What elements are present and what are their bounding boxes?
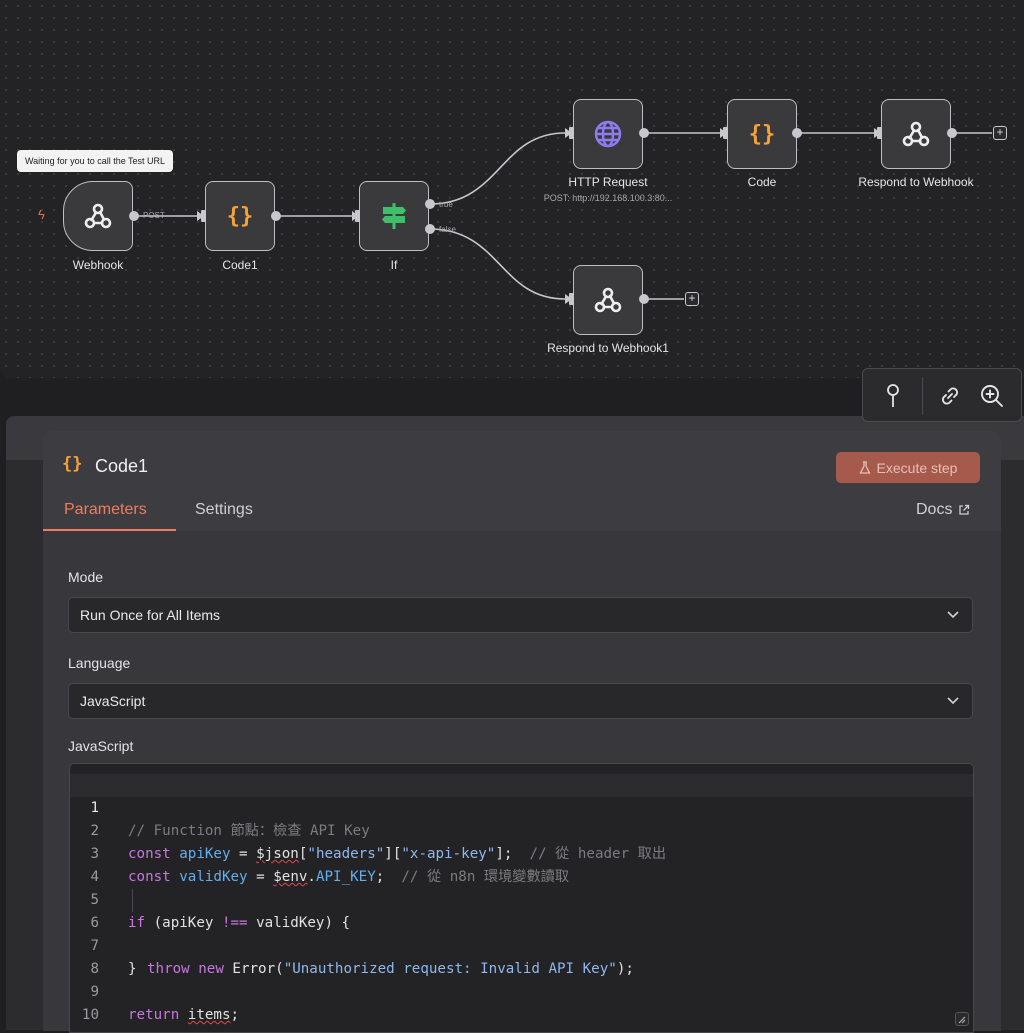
code-output-port[interactable] bbox=[792, 128, 802, 138]
trigger-bolt-icon: ϟ bbox=[38, 207, 45, 222]
tab-parameters[interactable]: Parameters bbox=[64, 501, 147, 519]
editor-resize-handle[interactable] bbox=[955, 1012, 969, 1026]
if-true-port[interactable] bbox=[425, 199, 435, 209]
webhook-output-port[interactable] bbox=[129, 211, 139, 221]
node-label-respond-to-webhook1: Respond to Webhook1 bbox=[547, 341, 669, 355]
code-line: 7 } bbox=[90, 938, 137, 977]
link-icon[interactable] bbox=[933, 379, 967, 413]
add-node-button[interactable]: + bbox=[993, 126, 1007, 140]
code-line: 4 bbox=[90, 869, 99, 885]
code-editor[interactable]: 1 // Function 節點：檢查 API Key 2 const apiK… bbox=[69, 763, 974, 1033]
node-label-code1: Code1 bbox=[222, 258, 258, 272]
panel-header: {} Code1 Execute step Parameters Setting… bbox=[43, 431, 1001, 531]
code1-output-port[interactable] bbox=[271, 211, 281, 221]
node-label-if: If bbox=[390, 258, 398, 272]
trigger-tooltip: Waiting for you to call the Test URL bbox=[17, 150, 174, 172]
globe-icon bbox=[594, 120, 622, 148]
mode-label: Mode bbox=[68, 569, 104, 585]
execute-step-button[interactable]: Execute step bbox=[836, 452, 980, 483]
connections-layer bbox=[134, 128, 992, 304]
active-tab-indicator bbox=[43, 529, 176, 531]
chevron-down-icon bbox=[947, 697, 959, 705]
if-input-port[interactable] bbox=[355, 210, 360, 222]
code-line: 6 throw new Error("Unauthorized request:… bbox=[70, 889, 973, 977]
signpost-icon bbox=[382, 203, 406, 229]
node-http-request[interactable] bbox=[573, 99, 643, 169]
code-line: 3 const validKey = $env.API_KEY; // 從 n8… bbox=[90, 846, 570, 885]
javascript-label: JavaScript bbox=[68, 738, 134, 754]
node-label-webhook: Webhook bbox=[72, 258, 124, 272]
docs-link[interactable]: Docs bbox=[916, 501, 970, 519]
node-code[interactable]: {} bbox=[727, 99, 797, 169]
webhook-icon bbox=[84, 203, 112, 229]
code-line: 1 // Function 節點：檢查 API Key bbox=[70, 774, 973, 839]
node-label-respond-to-webhook: Respond to Webhook bbox=[858, 175, 974, 189]
language-label: Language bbox=[68, 655, 131, 671]
node-code1[interactable]: {} bbox=[205, 181, 275, 251]
node-details-panel: {} Code1 Execute step Parameters Setting… bbox=[43, 431, 1001, 1033]
webhook-icon bbox=[594, 287, 622, 313]
workflow-canvas[interactable]: Waiting for you to call the Test URL ϟ P… bbox=[0, 0, 1024, 378]
canvas-toolbar bbox=[862, 368, 1022, 422]
edge-label-false: false bbox=[439, 225, 456, 234]
code-braces-icon: {} bbox=[226, 203, 254, 229]
code1-input-port[interactable] bbox=[201, 210, 206, 222]
docs-label: Docs bbox=[916, 501, 953, 518]
pin-icon[interactable] bbox=[876, 379, 910, 413]
respond-input-port[interactable] bbox=[877, 127, 882, 139]
external-link-icon bbox=[959, 504, 970, 515]
mode-select[interactable]: Run Once for All Items bbox=[68, 597, 973, 633]
language-value: JavaScript bbox=[80, 693, 146, 709]
execute-step-label: Execute step bbox=[876, 459, 958, 476]
language-select[interactable]: JavaScript bbox=[68, 683, 973, 719]
node-label-code: Code bbox=[747, 175, 777, 189]
code-line: 9 return items; bbox=[90, 984, 240, 1023]
http-output-port[interactable] bbox=[639, 128, 649, 138]
code-line: 5 if (apiKey !== validKey) { bbox=[90, 892, 351, 931]
respond-output-port[interactable] bbox=[947, 128, 957, 138]
mode-value: Run Once for All Items bbox=[80, 607, 221, 623]
node-webhook[interactable] bbox=[63, 181, 133, 251]
add-node-button[interactable]: + bbox=[685, 292, 699, 306]
webhook-icon bbox=[902, 121, 930, 147]
zoom-in-icon[interactable] bbox=[975, 379, 1009, 413]
code-line: 10 bbox=[81, 1007, 99, 1023]
resize-icon bbox=[958, 1016, 966, 1024]
edge-label-post: POST bbox=[143, 211, 165, 220]
flask-icon bbox=[858, 460, 871, 474]
code-braces-icon: {} bbox=[62, 454, 83, 474]
http-input-port[interactable] bbox=[569, 127, 574, 139]
respond1-output-port[interactable] bbox=[639, 294, 649, 304]
toolbar-divider bbox=[922, 377, 923, 415]
respond1-input-port[interactable] bbox=[569, 293, 574, 305]
if-false-port[interactable] bbox=[425, 224, 435, 234]
node-respond-to-webhook1[interactable] bbox=[573, 265, 643, 335]
node-if[interactable] bbox=[359, 181, 429, 251]
tab-settings[interactable]: Settings bbox=[195, 501, 253, 519]
code-line: 2 const apiKey = $json["headers"]["x-api… bbox=[90, 823, 667, 862]
edge-label-true: true bbox=[439, 200, 453, 209]
node-subtitle-http-request: POST: http://192.168.100.3:80... bbox=[543, 193, 673, 203]
chevron-down-icon bbox=[947, 611, 959, 619]
panel-title[interactable]: Code1 bbox=[95, 456, 148, 477]
node-respond-to-webhook[interactable] bbox=[881, 99, 951, 169]
node-label-http-request: HTTP Request bbox=[568, 175, 648, 189]
code-braces-icon: {} bbox=[748, 121, 776, 147]
code-line: 8 bbox=[90, 961, 99, 977]
code-input-port[interactable] bbox=[723, 127, 728, 139]
